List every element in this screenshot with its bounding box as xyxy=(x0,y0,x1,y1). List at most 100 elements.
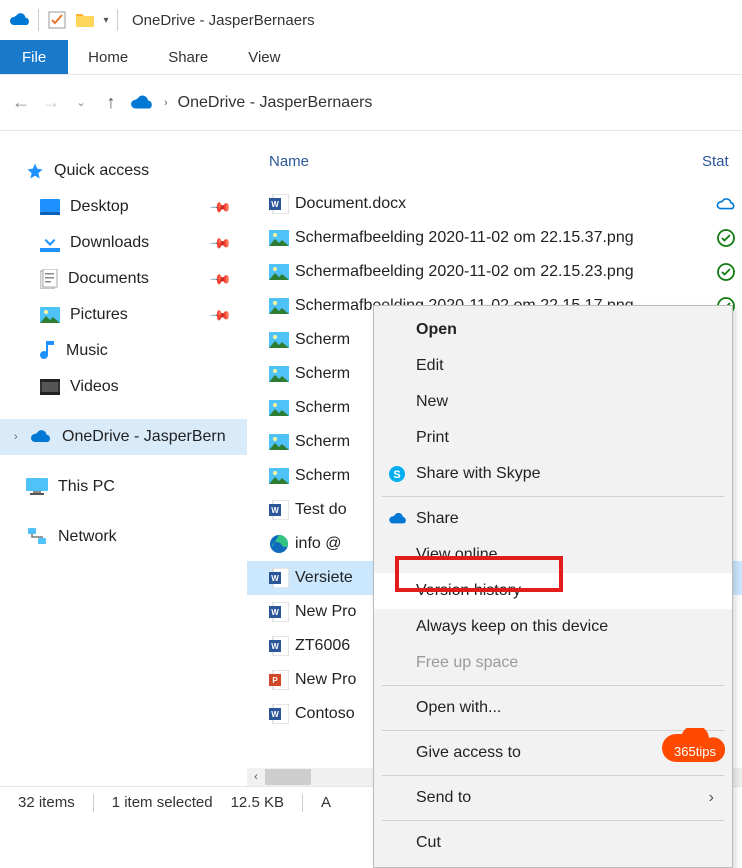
sidebar-item-desktop[interactable]: Desktop 📌 xyxy=(0,189,247,225)
badge-text: 365tips xyxy=(674,744,716,759)
file-status-icon xyxy=(710,196,742,212)
sidebar-item-label: Desktop xyxy=(70,198,129,216)
tab-file[interactable]: File xyxy=(0,40,68,74)
column-name[interactable]: Name xyxy=(269,153,702,170)
forward-button: → xyxy=(36,92,66,113)
column-headers[interactable]: Name Stat xyxy=(247,153,742,183)
sidebar-item-onedrive[interactable]: › OneDrive - JasperBern xyxy=(0,419,247,455)
context-menu-label: Version history xyxy=(416,582,714,600)
sidebar-item-label: Documents xyxy=(68,270,149,288)
context-menu: OpenEdit New Print SShare with Skype Share Vi… xyxy=(373,305,733,868)
file-type-icon xyxy=(269,466,295,486)
badge-365tips: 365tips xyxy=(660,728,730,772)
context-menu-item[interactable]: Edit xyxy=(374,348,732,384)
separator xyxy=(38,9,39,31)
file-type-icon: W xyxy=(269,602,295,622)
svg-text:W: W xyxy=(271,506,279,515)
scroll-left-icon[interactable]: ‹ xyxy=(247,771,265,783)
titlebar: ▾ OneDrive - JasperBernaers xyxy=(0,0,742,40)
sidebar-item-pictures[interactable]: Pictures 📌 xyxy=(0,297,247,333)
context-menu-item[interactable]: Share xyxy=(374,501,732,537)
file-type-icon xyxy=(269,398,295,418)
file-type-icon xyxy=(269,228,295,248)
sidebar-item-label: Videos xyxy=(70,378,119,396)
sidebar-item-thispc[interactable]: This PC xyxy=(0,469,247,505)
context-menu-item[interactable]: Open with... xyxy=(374,690,732,726)
ribbon-tabs: File Home Share View xyxy=(0,40,742,75)
context-menu-item[interactable]: Cut xyxy=(374,825,732,861)
status-available: A xyxy=(321,794,331,811)
context-menu-item[interactable]: Version history xyxy=(374,573,732,609)
file-type-icon xyxy=(269,364,295,384)
context-menu-item[interactable]: Open xyxy=(374,312,732,348)
svg-text:W: W xyxy=(271,710,279,719)
scrollbar-thumb[interactable] xyxy=(265,769,311,785)
context-menu-separator xyxy=(382,775,724,776)
dropdown-icon[interactable]: ▾ xyxy=(99,15,113,26)
sidebar-item-videos[interactable]: Videos xyxy=(0,369,247,405)
svg-text:W: W xyxy=(271,608,279,617)
back-button[interactable]: ← xyxy=(6,92,36,113)
tab-share[interactable]: Share xyxy=(148,40,228,74)
pc-icon xyxy=(26,478,48,496)
sidebar-item-label: OneDrive - JasperBern xyxy=(62,428,226,446)
sidebar-item-music[interactable]: Music xyxy=(0,333,247,369)
context-menu-icon xyxy=(388,512,416,526)
file-name: Schermafbeelding 2020-11-02 om 22.15.23.… xyxy=(295,263,710,281)
context-menu-item[interactable]: View online xyxy=(374,537,732,573)
chevron-right-icon[interactable]: › xyxy=(14,431,26,443)
file-type-icon xyxy=(269,296,295,316)
file-type-icon: W xyxy=(269,704,295,724)
checkbox-icon[interactable] xyxy=(43,11,71,29)
file-row[interactable]: WDocument.docx xyxy=(247,187,742,221)
file-type-icon: W xyxy=(269,568,295,588)
status-item-count: 32 items xyxy=(18,794,75,811)
documents-icon xyxy=(40,269,58,289)
file-row[interactable]: Schermafbeelding 2020-11-02 om 22.15.23.… xyxy=(247,255,742,289)
up-button[interactable]: ↑ xyxy=(96,92,126,113)
context-menu-item[interactable]: New xyxy=(374,384,732,420)
context-menu-item: Free up space xyxy=(374,645,732,681)
music-icon xyxy=(40,341,56,361)
sidebar-item-documents[interactable]: Documents 📌 xyxy=(0,261,247,297)
breadcrumb-root[interactable]: OneDrive - JasperBernaers xyxy=(178,94,373,112)
recent-dropdown[interactable]: ⌄ xyxy=(66,96,96,109)
file-status-icon xyxy=(710,263,742,281)
context-menu-icon: S xyxy=(388,465,416,483)
download-icon xyxy=(40,234,60,252)
column-status[interactable]: Stat xyxy=(702,153,742,170)
file-type-icon xyxy=(269,432,295,452)
context-menu-label: Print xyxy=(416,429,714,447)
file-type-icon xyxy=(269,534,295,554)
pin-icon: 📌 xyxy=(208,267,232,291)
context-menu-label: New xyxy=(416,393,714,411)
sidebar-item-network[interactable]: Network xyxy=(0,519,247,555)
chevron-right-icon: › xyxy=(164,97,168,109)
tab-home[interactable]: Home xyxy=(68,40,148,74)
nav-toolbar: ← → ⌄ ↑ › OneDrive - JasperBernaers xyxy=(0,75,742,130)
context-menu-separator xyxy=(382,496,724,497)
context-menu-item[interactable]: Always keep on this device xyxy=(374,609,732,645)
window-title: OneDrive - JasperBernaers xyxy=(132,12,315,29)
network-icon xyxy=(26,528,48,546)
file-status-icon xyxy=(710,229,742,247)
context-menu-item[interactable]: Print xyxy=(374,420,732,456)
sidebar-quick-access[interactable]: Quick access xyxy=(0,153,247,189)
separator xyxy=(93,794,94,812)
context-menu-label: Free up space xyxy=(416,654,714,672)
tab-view[interactable]: View xyxy=(228,40,300,74)
file-type-icon: W xyxy=(269,500,295,520)
pin-icon: 📌 xyxy=(208,303,232,327)
address-bar[interactable]: › OneDrive - JasperBernaers xyxy=(130,94,372,112)
svg-text:P: P xyxy=(272,676,278,685)
pictures-icon xyxy=(40,307,60,323)
file-row[interactable]: Schermafbeelding 2020-11-02 om 22.15.37.… xyxy=(247,221,742,255)
context-menu-item[interactable]: Send to› xyxy=(374,780,732,816)
sidebar-item-downloads[interactable]: Downloads 📌 xyxy=(0,225,247,261)
context-menu-label: View online xyxy=(416,546,714,564)
videos-icon xyxy=(40,379,60,395)
star-icon xyxy=(26,162,44,180)
onedrive-icon xyxy=(30,429,52,445)
sidebar-item-label: Pictures xyxy=(70,306,128,324)
context-menu-item[interactable]: SShare with Skype xyxy=(374,456,732,492)
